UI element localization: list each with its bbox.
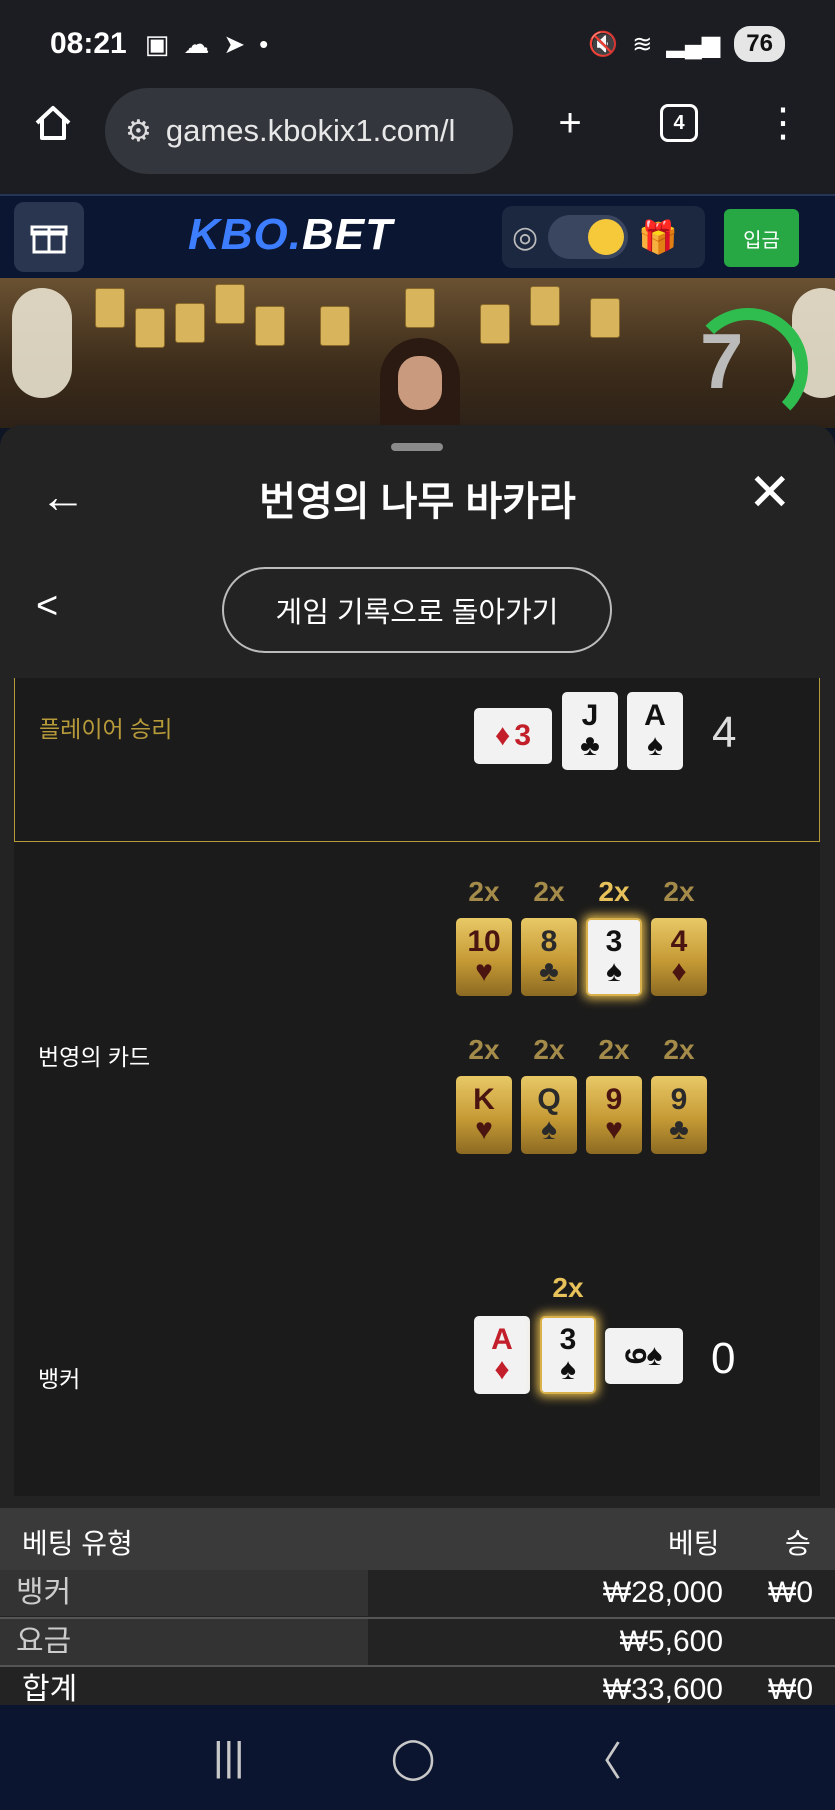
total-win: ₩0: [768, 1673, 813, 1705]
multiplier: 2x: [533, 1034, 565, 1065]
home-button-icon[interactable]: ◯: [391, 1735, 436, 1781]
battery-indicator: 76: [734, 26, 785, 62]
close-icon[interactable]: ✕: [748, 463, 792, 523]
tab-count: 4: [660, 104, 698, 142]
bet-row-label: 요금: [0, 1619, 368, 1665]
gift-icon: [30, 225, 68, 254]
browser-toolbar: ⚙ games.kbokix1.com/l + 4 ⋮: [0, 88, 835, 194]
coins-icon[interactable]: ◎: [512, 220, 538, 255]
player-section: 플레이어 승리 ♦ 3 J ♣ A ♠ 4: [14, 678, 820, 842]
multiplier: 2x: [598, 1034, 630, 1065]
url-text: games.kbokix1.com/l: [165, 113, 456, 148]
status-time: 08:21: [50, 27, 127, 60]
multiplier: 2x: [533, 876, 565, 907]
home-icon[interactable]: [18, 88, 88, 158]
header-bet-type: 베팅 유형: [22, 1528, 133, 1559]
prosperity-card: 4 ♦: [651, 918, 707, 996]
header-controls: ◎ 🎁: [502, 206, 705, 268]
round-timer: 7: [700, 317, 744, 405]
prosperity-card-highlighted: 3 ♠: [586, 918, 642, 996]
banker-card-1: A ♦: [474, 1316, 530, 1394]
header-win: 승: [785, 1528, 811, 1559]
multiplier: 2x: [468, 876, 500, 907]
bet-total-row: 합계 ₩33,600 ₩0: [0, 1667, 835, 1705]
recent-apps-icon[interactable]: |||: [213, 1735, 244, 1780]
signal-icon: ▂▄▆: [666, 30, 721, 58]
bet-row: 뱅커 ₩28,000 ₩0: [0, 1570, 835, 1618]
total-amount: ₩33,600: [602, 1673, 723, 1705]
site-logo[interactable]: KBO.BET: [188, 210, 393, 260]
player-score: 4: [712, 708, 737, 757]
status-bar: 08:21 ▣ ☁ ➤ • 🔇 ≋ ▂▄▆ 76: [0, 0, 835, 88]
new-tab-icon[interactable]: +: [535, 88, 605, 158]
player-card-3: A ♠: [627, 692, 683, 770]
system-nav-bar: ||| ◯ 〈: [0, 1705, 835, 1810]
prosperity-card: 10 ♥: [456, 918, 512, 996]
banker-section: 뱅커 2x A ♦ 3 ♠ 9 ♠ 0: [14, 1236, 820, 1496]
header-bet: 베팅: [668, 1528, 720, 1559]
chevron-left-icon[interactable]: <: [36, 585, 58, 628]
theme-toggle[interactable]: [548, 215, 629, 259]
prosperity-card: 8 ♣: [521, 918, 577, 996]
drag-handle[interactable]: [391, 443, 443, 451]
dot-icon: •: [259, 28, 269, 59]
deposit-button[interactable]: 입금: [724, 209, 799, 267]
gift-icon[interactable]: 🎁: [638, 218, 678, 256]
banker-multiplier: 2x: [552, 1272, 584, 1303]
player-card-1: ♦ 3: [474, 708, 552, 764]
bet-table-header: 베팅 유형 베팅 승: [0, 1508, 835, 1570]
tab-switcher-button[interactable]: 4: [644, 88, 714, 158]
bet-row-amount: ₩28,000: [602, 1576, 723, 1609]
player-card-2: J ♣: [562, 692, 618, 770]
bet-row-amount: ₩5,600: [619, 1625, 723, 1658]
banker-score: 0: [711, 1334, 736, 1383]
total-label: 합계: [22, 1673, 78, 1705]
banker-card-3: 9 ♠: [605, 1328, 683, 1384]
multiplier: 2x: [663, 1034, 695, 1065]
player-result-label: 플레이어 승리: [39, 716, 173, 742]
prosperity-card: K ♥: [456, 1076, 512, 1154]
back-to-history-button[interactable]: 게임 기록으로 돌아가기: [222, 567, 612, 653]
multiplier: 2x: [663, 876, 695, 907]
banker-card-2: 3 ♠: [540, 1316, 596, 1394]
cloud-icon: ☁: [183, 28, 210, 59]
toggle-knob: [588, 219, 625, 255]
mute-icon: 🔇: [588, 30, 619, 58]
banker-label: 뱅커: [38, 1366, 81, 1392]
site-header: KBO.BET ◎ 🎁 입금: [0, 194, 835, 278]
url-bar[interactable]: ⚙ games.kbokix1.com/l: [105, 88, 513, 174]
multiplier: 2x: [468, 1034, 500, 1065]
prosperity-card: 9 ♥: [586, 1076, 642, 1154]
screenshot-icon: ▣: [144, 28, 170, 59]
multiplier: 2x: [598, 876, 630, 907]
live-video: 7: [0, 278, 835, 428]
telegram-icon: ➤: [223, 28, 246, 59]
wifi-icon: ≋: [632, 30, 653, 58]
bet-row: 요금 ₩5,600: [0, 1619, 835, 1667]
bet-row-win: ₩0: [768, 1576, 813, 1609]
prosperity-card: 9 ♣: [651, 1076, 707, 1154]
prosperity-card: Q ♠: [521, 1076, 577, 1154]
prosperity-label: 번영의 카드: [38, 1044, 151, 1070]
bet-row-label: 뱅커: [0, 1570, 368, 1616]
site-settings-icon[interactable]: ⚙: [125, 114, 152, 149]
prosperity-section: 번영의 카드 2x 2x 2x 2x 10 ♥ 8 ♣ 3 ♠ 4 ♦ 2x 2…: [14, 842, 820, 1236]
dealer: [380, 338, 460, 428]
back-nav-icon[interactable]: 〈: [582, 1729, 622, 1787]
more-menu-icon[interactable]: ⋮: [748, 88, 818, 158]
panel-title: 번영의 나무 바카라: [259, 480, 576, 524]
lantern-decoration: [12, 288, 72, 398]
game-history-panel: ← 번영의 나무 바카라 ✕ < 게임 기록으로 돌아가기 플레이어 승리 ♦ …: [0, 425, 835, 1705]
promo-gift-button[interactable]: [14, 202, 84, 272]
